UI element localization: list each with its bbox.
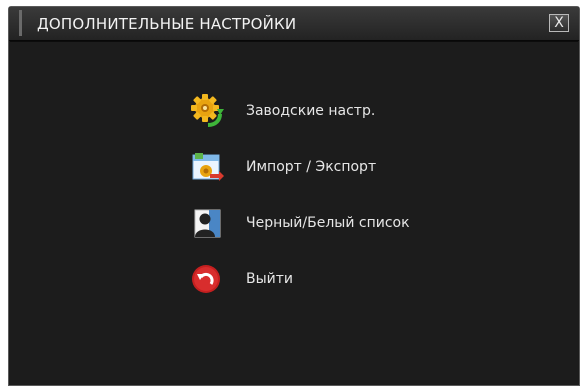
user-list-icon bbox=[190, 206, 224, 240]
close-icon: X bbox=[554, 15, 564, 31]
menu-label-factory-settings: Заводские настр. bbox=[246, 103, 376, 119]
advanced-settings-dialog: ДОПОЛНИТЕЛЬНЫЕ НАСТРОЙКИ X Заводские нас… bbox=[8, 6, 580, 386]
menu-item-exit[interactable]: Выйти bbox=[190, 262, 470, 296]
menu-label-import-export: Импорт / Экспорт bbox=[246, 159, 377, 175]
close-button[interactable]: X bbox=[549, 14, 569, 32]
menu-label-black-white-list: Черный/Белый список bbox=[246, 215, 410, 231]
gear-reset-icon bbox=[190, 94, 224, 128]
menu-panel: Заводские настр. Импорт / Экспорт Черный… bbox=[10, 41, 578, 384]
import-export-icon bbox=[190, 150, 224, 184]
exit-icon bbox=[190, 262, 224, 296]
title-bar: ДОПОЛНИТЕЛЬНЫЕ НАСТРОЙКИ X bbox=[9, 7, 579, 41]
menu-label-exit: Выйти bbox=[246, 271, 294, 287]
menu-item-import-export[interactable]: Импорт / Экспорт bbox=[190, 150, 470, 184]
dialog-title: ДОПОЛНИТЕЛЬНЫЕ НАСТРОЙКИ bbox=[37, 15, 297, 33]
title-grip bbox=[19, 10, 22, 36]
menu-item-black-white-list[interactable]: Черный/Белый список bbox=[190, 206, 470, 240]
menu-item-factory-settings[interactable]: Заводские настр. bbox=[190, 94, 470, 128]
